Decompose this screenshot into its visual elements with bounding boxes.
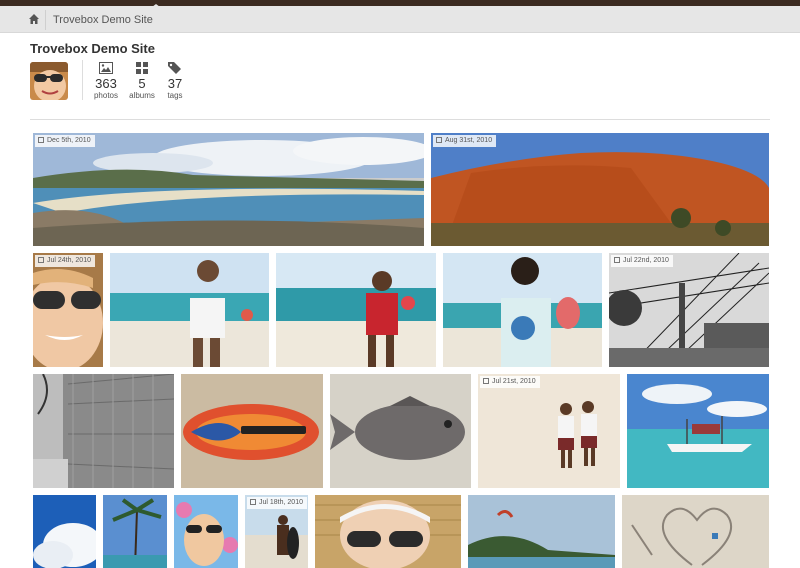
stat-photos[interactable]: 363 photos [86,62,126,101]
stats-divider [82,60,83,100]
photo-tile[interactable] [174,495,238,568]
tag-icon [168,62,181,74]
photo-tile[interactable] [330,374,471,488]
calendar-icon [38,137,44,143]
photo-date-badge: Jul 21st, 2010 [480,376,540,388]
section-divider [30,119,770,120]
photo-tile[interactable] [103,495,167,568]
photo-tile[interactable] [443,253,602,367]
calendar-icon [483,378,489,384]
photo-date: Jul 21st, 2010 [492,378,536,385]
photo-tile[interactable]: Jul 21st, 2010 [478,374,620,488]
photo-date-badge: Dec 5th, 2010 [35,135,95,147]
grid-icon [136,62,148,74]
navbar: Trovebox Demo Site [0,6,800,33]
photos-count: 363 [95,76,117,91]
photo-date-badge: Aug 31st, 2010 [433,135,497,147]
photo-tile[interactable] [181,374,323,488]
photo-tile[interactable]: Jul 22nd, 2010 [609,253,769,367]
photo-tile[interactable]: Jul 18th, 2010 [245,495,308,568]
photo-tile[interactable] [315,495,461,568]
home-icon[interactable] [28,13,40,25]
calendar-icon [38,257,44,263]
photo-tile[interactable] [33,495,96,568]
calendar-icon [250,499,256,505]
navbar-divider [45,10,46,30]
photo-tile[interactable]: Jul 24th, 2010 [33,253,103,367]
photo-date: Jul 22nd, 2010 [623,257,669,264]
breadcrumb-site-link[interactable]: Trovebox Demo Site [53,14,153,26]
photo-date: Dec 5th, 2010 [47,137,91,144]
photo-date-badge: Jul 18th, 2010 [247,497,307,509]
photo-tile[interactable] [276,253,436,367]
site-title: Trovebox Demo Site [30,41,155,56]
image-icon [99,62,113,74]
photo-tile[interactable]: Aug 31st, 2010 [431,133,769,246]
photo-tile[interactable] [468,495,615,568]
photo-tile[interactable] [33,374,174,488]
photo-date: Jul 18th, 2010 [259,499,303,506]
calendar-icon [436,137,442,143]
photo-tile[interactable]: Dec 5th, 2010 [33,133,424,246]
tags-count: 37 [167,76,183,91]
photos-label: photos [93,91,119,100]
calendar-icon [614,257,620,263]
photo-date: Aug 31st, 2010 [445,137,493,144]
stat-tags[interactable]: 37 tags [155,62,195,101]
photo-date-badge: Jul 22nd, 2010 [611,255,673,267]
photo-date: Jul 24th, 2010 [47,257,91,264]
photo-date-badge: Jul 24th, 2010 [35,255,95,267]
photo-tile[interactable] [627,374,769,488]
photo-tile[interactable] [622,495,769,568]
photo-tile[interactable] [110,253,269,367]
avatar[interactable] [30,62,68,100]
tags-label: tags [167,91,183,100]
